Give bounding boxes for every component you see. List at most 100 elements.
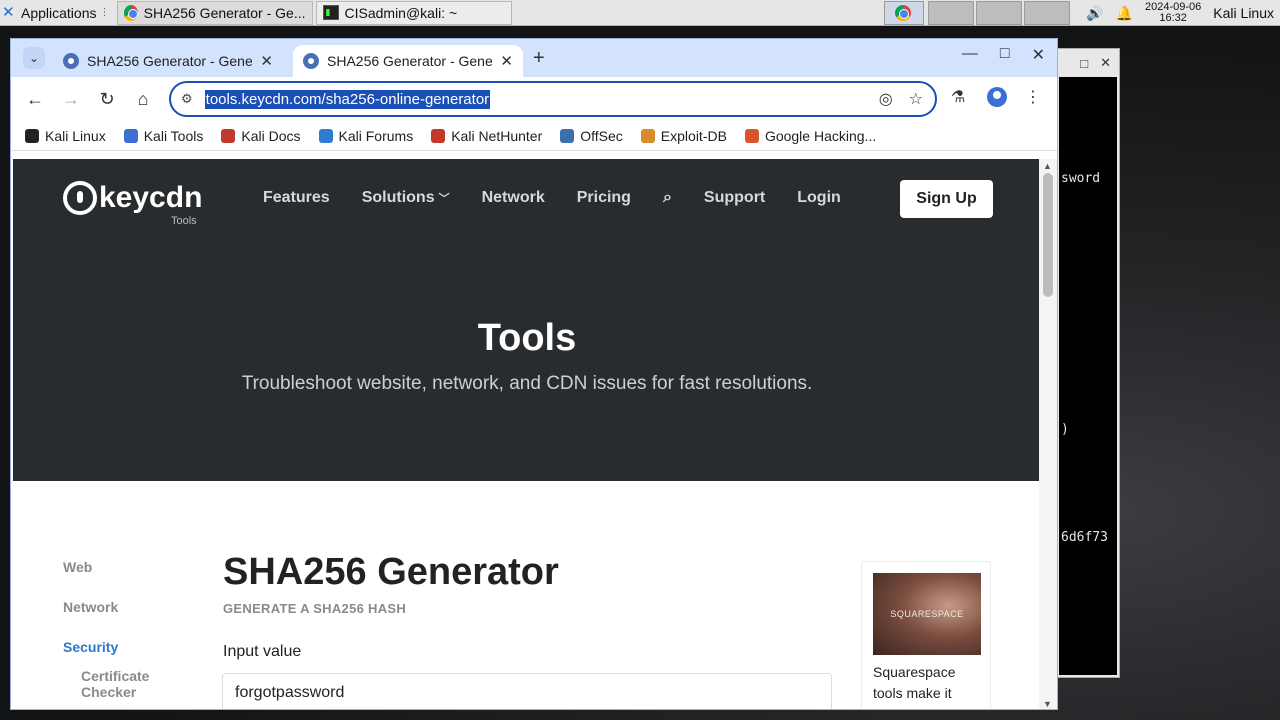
back-arrow-icon[interactable]: ← <box>23 87 47 111</box>
bookmark-label: Google Hacking... <box>764 127 877 144</box>
bookmark-item[interactable]: Kali Docs <box>221 127 301 144</box>
scrollbar-thumb[interactable] <box>1043 173 1053 297</box>
close-window-icon[interactable]: ✕ <box>1032 45 1045 65</box>
bookmark-item[interactable]: Kali NetHunter <box>431 128 542 144</box>
sidebar-item-web[interactable]: Web <box>63 559 92 575</box>
nav-pricing[interactable]: Pricing <box>577 189 631 207</box>
user-label[interactable]: Kali Linux <box>1213 5 1274 21</box>
search-icon[interactable]: ⌕ <box>663 189 672 207</box>
browser-toolbar: ← → ↻ ⌂ ⚙ tools.keycdn.com/sha256-online… <box>11 77 1057 121</box>
bookmark-label: Kali NetHunter <box>451 127 543 144</box>
forward-arrow-icon[interactable]: → <box>59 87 83 111</box>
close-tab-icon[interactable]: ✕ <box>260 52 273 70</box>
scroll-up-arrow-icon[interactable]: ▲ <box>1043 161 1052 171</box>
tab-strip: ⌄ SHA256 Generator - Gene ✕ SHA256 Gener… <box>11 39 1057 77</box>
ad-image: SQUARESPACE <box>873 573 981 655</box>
bookmark-item[interactable]: Kali Forums <box>318 128 413 144</box>
separator-icon: ⋮ <box>99 7 110 18</box>
bookmark-favicon-icon <box>744 128 759 143</box>
maximize-icon[interactable]: □ <box>1080 56 1088 71</box>
sidebar-item-network[interactable]: Network <box>63 599 118 615</box>
workspace-2[interactable] <box>928 1 974 25</box>
terminal-output[interactable]: sword ) 6d6f73 <box>1059 77 1117 675</box>
bookmark-item[interactable]: OffSec <box>560 128 623 144</box>
terminal-line: 6d6f73 <box>1061 530 1108 545</box>
browser-window: ⌄ SHA256 Generator - Gene ✕ SHA256 Gener… <box>10 38 1058 710</box>
volume-icon[interactable]: 🔊 <box>1086 5 1103 22</box>
bookmark-item[interactable]: Kali Linux <box>25 128 106 144</box>
labs-flask-icon[interactable]: ⚗ <box>951 87 965 107</box>
bookmark-favicon-icon <box>221 128 236 143</box>
menu-kebab-icon[interactable]: ⋮ <box>1025 87 1041 107</box>
taskbar-window-browser-title: SHA256 Generator - Ge... <box>143 4 306 21</box>
bookmark-label: Kali Linux <box>45 127 106 144</box>
workspace-1[interactable] <box>884 1 924 25</box>
close-tab-icon[interactable]: ✕ <box>500 52 513 70</box>
maximize-icon[interactable]: □ <box>1000 45 1010 65</box>
tab-search-chevron-icon[interactable]: ⌄ <box>23 47 45 69</box>
sidebar-subitem-certificate[interactable]: Certificate <box>81 668 149 684</box>
clock[interactable]: 2024-09-06 16:32 <box>1145 2 1201 24</box>
bookmark-item[interactable]: Kali Tools <box>123 127 204 144</box>
terminal-window[interactable]: □ ✕ sword ) 6d6f73 <box>1052 48 1120 678</box>
applications-label: Applications <box>21 4 97 21</box>
bookmark-favicon-icon <box>25 128 39 143</box>
logo-subtitle: Tools <box>171 215 197 227</box>
ad-card[interactable]: SQUARESPACE Squarespace tools make it <box>861 561 991 709</box>
top-panel: ✕ Applications ⋮ SHA256 Generator - Ge..… <box>0 0 1280 26</box>
hero-section: keycdn Tools Features Solutions ﹀ Network… <box>13 159 1039 481</box>
nav-login[interactable]: Login <box>797 189 841 207</box>
notification-bell-icon[interactable]: 🔔 <box>1116 5 1133 22</box>
input-value-field[interactable]: forgotpassword <box>222 673 832 709</box>
workspace-3[interactable] <box>976 1 1022 25</box>
nav-features[interactable]: Features <box>263 189 330 207</box>
scroll-down-arrow-icon[interactable]: ▼ <box>1043 699 1052 709</box>
hero-subtitle: Troubleshoot website, network, and CDN i… <box>241 373 813 394</box>
nav-support[interactable]: Support <box>704 189 765 207</box>
bookmark-favicon-icon <box>318 128 333 143</box>
close-icon[interactable]: ✕ <box>1100 55 1111 71</box>
site-info-tune-icon[interactable]: ⚙ <box>181 91 193 107</box>
url-text[interactable]: tools.keycdn.com/sha256-online-generator <box>204 89 491 109</box>
nav-network[interactable]: Network <box>482 189 545 207</box>
bookmark-item[interactable]: Exploit-DB <box>640 127 727 144</box>
keycdn-favicon-icon <box>63 53 79 69</box>
nav-solutions[interactable]: Solutions ﹀ <box>362 189 450 207</box>
taskbar-window-terminal[interactable]: ▮ CISadmin@kali: ~ <box>315 0 512 25</box>
applications-menu[interactable]: ✕ Applications ⋮ <box>0 0 114 26</box>
chrome-icon <box>123 4 138 21</box>
eye-slash-icon[interactable]: ◎ <box>879 89 893 109</box>
ad-brand: SQUARESPACE <box>890 609 964 619</box>
bookmark-label: Exploit-DB <box>660 127 727 144</box>
tab-sha256-1[interactable]: SHA256 Generator - Gene ✕ <box>53 45 283 77</box>
new-tab-plus-icon[interactable]: + <box>533 47 545 70</box>
bookmark-favicon-icon <box>431 128 446 143</box>
address-bar[interactable]: ⚙ tools.keycdn.com/sha256-online-generat… <box>169 81 937 117</box>
page-subtitle: GENERATE A SHA256 HASH <box>223 601 407 616</box>
sign-up-button[interactable]: Sign Up <box>900 180 993 218</box>
bookmark-star-icon[interactable]: ☆ <box>909 89 923 109</box>
top-navigation: Features Solutions ﹀ Network Pricing ⌕ Su… <box>263 189 841 207</box>
bookmark-favicon-icon <box>123 128 138 143</box>
logo-text: keycdn <box>99 181 203 214</box>
sidebar-subitem-checker[interactable]: Checker <box>81 684 136 700</box>
tab-title: SHA256 Generator - Gene <box>327 53 493 69</box>
home-icon[interactable]: ⌂ <box>131 87 155 111</box>
kali-dragon-icon: ✕ <box>2 3 15 21</box>
bookmark-label: Kali Tools <box>143 127 204 144</box>
profile-avatar-icon[interactable] <box>987 87 1007 112</box>
bookmark-label: Kali Docs <box>241 127 301 144</box>
page-title: SHA256 Generator <box>223 551 559 593</box>
bookmarks-bar: Kali Linux Kali Tools Kali Docs Kali Forums… <box>11 121 1057 151</box>
hero-title: Tools <box>477 317 577 359</box>
keycdn-logo[interactable]: keycdn <box>63 181 202 215</box>
tab-sha256-2-active[interactable]: SHA256 Generator - Gene ✕ <box>293 45 523 77</box>
reload-icon[interactable]: ↻ <box>95 87 119 111</box>
page-scrollbar[interactable]: ▲ ▼ <box>1039 159 1057 709</box>
minimize-icon[interactable]: — <box>962 45 978 65</box>
bookmark-item[interactable]: Google Hacking... <box>744 127 877 144</box>
input-label: Input value <box>223 643 302 660</box>
taskbar-window-browser[interactable]: SHA256 Generator - Ge... <box>116 0 313 25</box>
sidebar-item-security[interactable]: Security <box>63 639 118 655</box>
workspace-4[interactable] <box>1024 1 1070 25</box>
